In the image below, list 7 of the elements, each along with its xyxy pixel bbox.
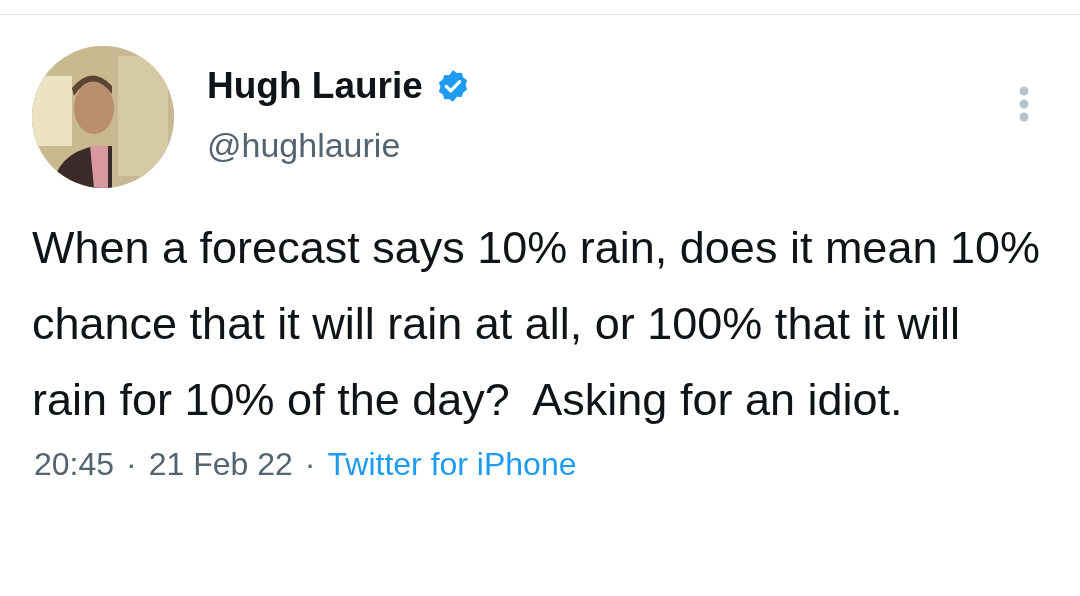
separator-dot: · <box>126 445 137 484</box>
separator-dot: · <box>304 445 316 484</box>
timestamp: 20:45 <box>34 445 115 484</box>
tweet-text: When a forecast says 10% rain, does it mean 10% chance that it will rain at all, or 100% that it will rain for 10% of the day? Asking for an idiot. <box>32 221 1042 427</box>
timestamp: 21 Feb 22 <box>148 445 293 484</box>
author-name[interactable]: Hugh Laurie <box>207 64 423 108</box>
author-handle[interactable]: @hughlaurie <box>207 123 401 167</box>
